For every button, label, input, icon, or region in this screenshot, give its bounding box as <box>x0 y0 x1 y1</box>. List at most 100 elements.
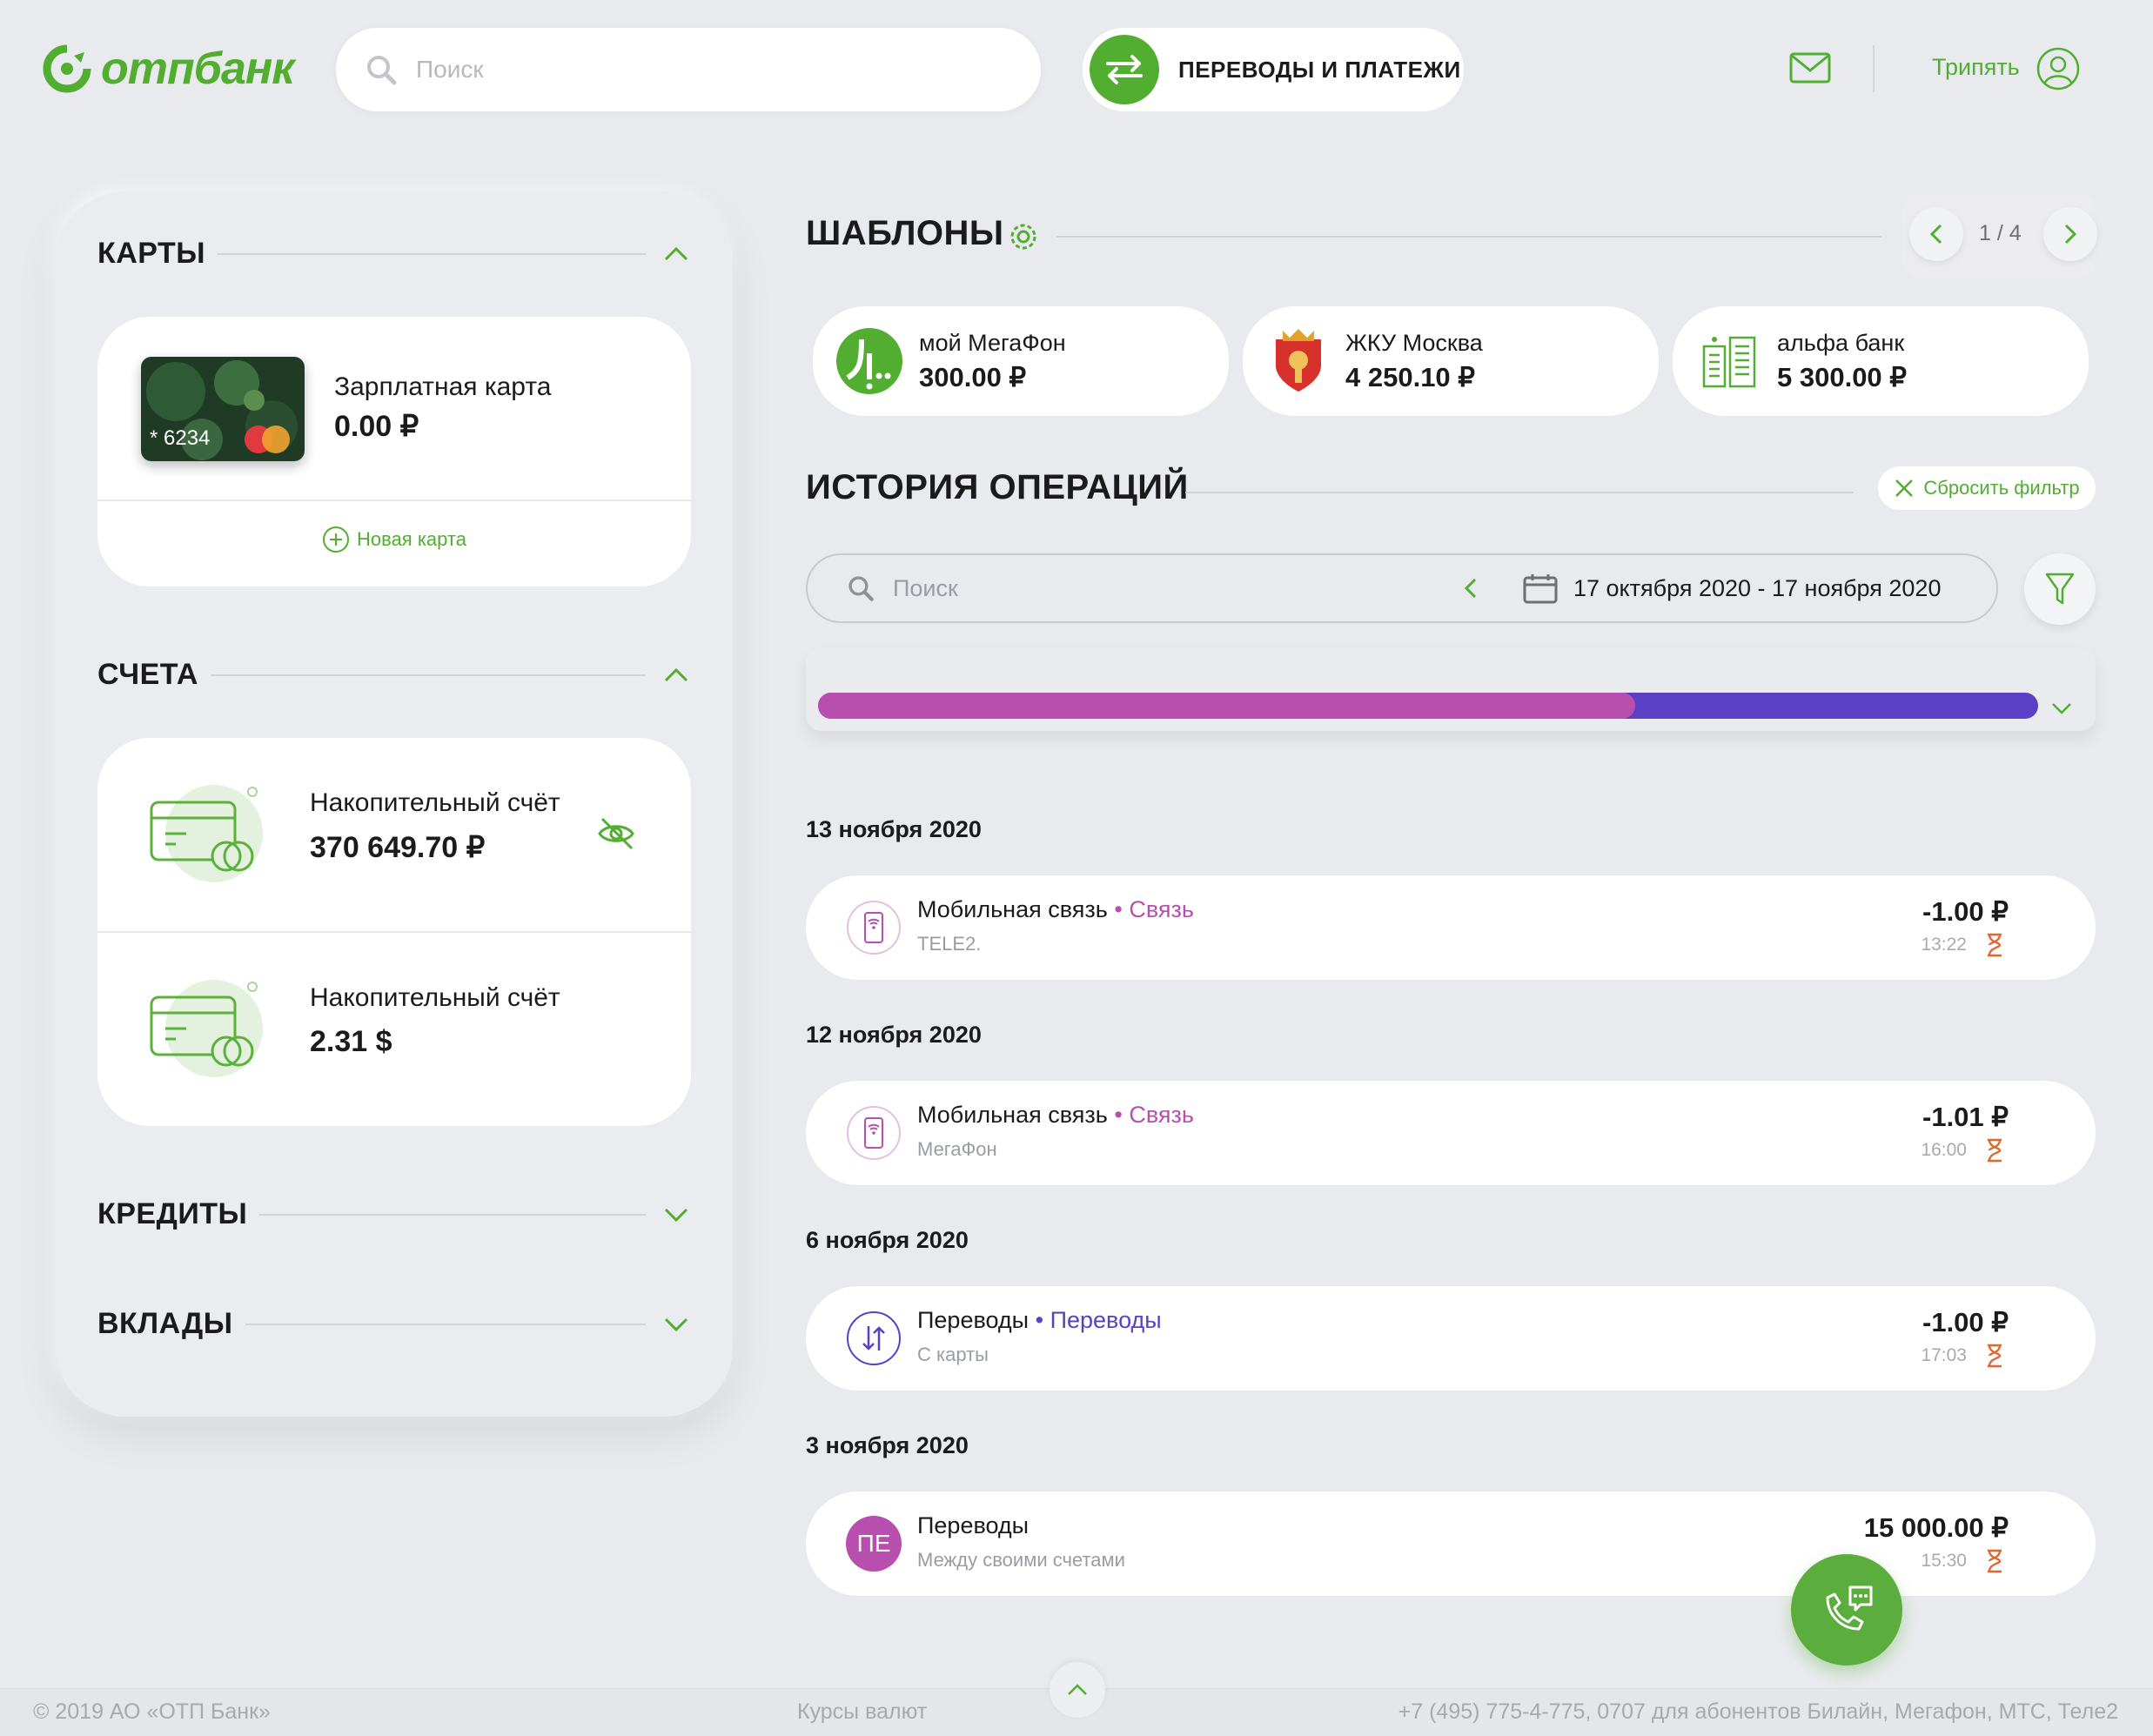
template-amount: 4 250.10 ₽ <box>1345 361 1476 392</box>
divider <box>1056 236 1881 238</box>
spending-summary[interactable] <box>806 647 2096 731</box>
history-date-header: 13 ноября 2020 <box>806 816 982 842</box>
salary-card[interactable]: * 6234 Зарплатная карта 0.00 ₽ <box>97 317 691 499</box>
cards-section-header[interactable]: КАРТЫ <box>97 237 689 271</box>
initials-avatar: ПЕ <box>846 1516 902 1572</box>
otp-logo-icon <box>43 44 91 93</box>
calendar-icon[interactable] <box>1523 573 1558 604</box>
deposits-section-header[interactable]: ВКЛАДЫ <box>97 1307 689 1341</box>
template-name: альфа банк <box>1777 329 1905 356</box>
credits-section-header[interactable]: КРЕДИТЫ <box>97 1197 689 1231</box>
plus-circle-icon <box>323 526 349 553</box>
history-filter-bar: Поиск 17 октября 2020 - 17 ноября 2020 <box>806 553 1998 623</box>
account-item[interactable]: Накопительный счёт 2.31 $ <box>97 933 691 1126</box>
template-item[interactable]: альфа банк 5 300.00 ₽ <box>1673 306 2089 416</box>
account-balance: 2.31 $ <box>310 1025 392 1058</box>
date-range[interactable]: 17 октября 2020 - 17 ноября 2020 <box>1573 575 1941 602</box>
operation-subtitle: Между своими счетами <box>917 1549 1125 1571</box>
gear-icon[interactable] <box>1004 218 1043 256</box>
operation-amount: 15 000.00 ₽ <box>1863 1512 2009 1543</box>
operation-item[interactable]: Переводы • Переводы С карты -1.00 ₽ 17:0… <box>806 1286 2096 1391</box>
savings-account-icon <box>150 785 263 882</box>
global-search[interactable]: Поиск <box>336 28 1041 111</box>
account-name: Накопительный счёт <box>310 983 560 1012</box>
call-chat-button[interactable] <box>1791 1554 1902 1666</box>
operation-subtitle: МегаФон <box>917 1138 997 1160</box>
operation-title: Переводы <box>917 1512 1030 1538</box>
operation-time: 15:30 <box>1921 1551 1967 1571</box>
account-name: Накопительный счёт <box>310 788 560 817</box>
chevron-up-icon[interactable] <box>663 245 689 263</box>
operation-subtitle: С карты <box>917 1344 989 1365</box>
operation-item[interactable]: Мобильная связь • Связь TELE2. -1.00 ₽ 1… <box>806 875 2096 980</box>
templates-title: ШАБЛОНЫ <box>806 214 1004 252</box>
template-item[interactable]: мой МегаФон 300.00 ₽ <box>813 306 1229 416</box>
moscow-coat-of-arms-icon <box>1276 329 1321 392</box>
operation-item[interactable]: Мобильная связь • Связь МегаФон -1.01 ₽ … <box>806 1081 2096 1185</box>
operation-time: 17:03 <box>1921 1345 1967 1365</box>
phone-chat-icon <box>1826 1585 1873 1631</box>
currency-rates-link[interactable]: Курсы валют <box>797 1699 927 1725</box>
page-indicator: 1 / 4 <box>1979 221 2022 245</box>
scroll-top-button[interactable] <box>1050 1662 1105 1718</box>
chevron-down-icon[interactable] <box>663 1316 689 1333</box>
spending-bar-primary <box>818 693 1636 719</box>
new-card-button[interactable]: Новая карта <box>322 526 466 553</box>
operation-amount: -1.01 ₽ <box>1922 1102 2009 1132</box>
next-page-button[interactable] <box>2043 207 2097 261</box>
user-avatar-icon[interactable] <box>2036 47 2080 90</box>
otp-logo[interactable]: отпбанк <box>42 38 303 99</box>
history-title: ИСТОРИЯ ОПЕРАЦИЙ <box>806 468 1189 506</box>
operation-time: 16:00 <box>1921 1140 1967 1160</box>
search-icon <box>848 576 874 601</box>
divider <box>218 252 646 255</box>
template-amount: 300.00 ₽ <box>919 361 1027 392</box>
mobile-phone-icon <box>847 901 901 955</box>
transfer-arrows-icon <box>1090 35 1159 104</box>
operation-title: Мобильная связь • Связь <box>917 896 1194 922</box>
card-number: * 6234 <box>150 426 211 450</box>
chevron-left-icon <box>1929 224 1942 245</box>
prev-page-button[interactable] <box>1909 207 1963 261</box>
chevron-up-icon[interactable] <box>663 667 689 684</box>
operation-title: Переводы • Переводы <box>917 1307 1162 1333</box>
products-panel: КАРТЫ * 6234 Зарплатная карта 0.00 ₽ Нов… <box>56 191 733 1417</box>
divider <box>259 1213 646 1216</box>
accounts-section-header[interactable]: СЧЕТА <box>97 658 689 692</box>
mail-icon[interactable] <box>1789 52 1831 84</box>
transfers-label: ПЕРЕВОДЫ И ПЛАТЕЖИ <box>1178 56 1461 83</box>
history-date-header: 3 ноября 2020 <box>806 1432 969 1458</box>
credits-title: КРЕДИТЫ <box>97 1197 248 1230</box>
operation-title: Мобильная связь • Связь <box>917 1102 1194 1128</box>
hourglass-icon <box>1988 933 2002 957</box>
footer-copyright: © 2019 АО «ОТП Банк» <box>33 1699 271 1724</box>
operation-amount: -1.00 ₽ <box>1922 1307 2009 1337</box>
history-search-input[interactable]: Поиск <box>893 575 1415 602</box>
filter-button[interactable] <box>2024 553 2096 625</box>
operation-item[interactable]: ПЕ Переводы Между своими счетами 15 000.… <box>806 1491 2096 1596</box>
new-card-label: Новая карта <box>357 528 466 550</box>
transfers-button[interactable]: ПЕРЕВОДЫ И ПЛАТЕЖИ <box>1083 28 1464 111</box>
divider <box>97 499 691 501</box>
templates-pager: 1 / 4 <box>1902 193 2097 278</box>
chevron-up-icon <box>1068 1684 1087 1695</box>
mobile-phone-icon <box>847 1106 901 1160</box>
reset-filter-button[interactable]: Сбросить фильтр <box>1878 466 2096 510</box>
card-image: * 6234 <box>141 357 305 461</box>
user-name[interactable]: Трипять <box>1932 54 2020 81</box>
cards-box: * 6234 Зарплатная карта 0.00 ₽ Новая кар… <box>97 317 691 586</box>
template-item[interactable]: ЖКУ Москва 4 250.10 ₽ <box>1243 306 1659 416</box>
operation-time: 13:22 <box>1921 935 1967 955</box>
footer-phone: +7 (495) 775-4-775, 0707 для абонентов Б… <box>1398 1699 2118 1724</box>
operation-subtitle: TELE2. <box>917 933 982 955</box>
transfer-icon <box>847 1311 901 1365</box>
hourglass-icon <box>1988 1344 2002 1368</box>
account-item[interactable]: Накопительный счёт 370 649.70 ₽ <box>97 738 691 931</box>
chevron-down-icon[interactable] <box>663 1206 689 1223</box>
chevron-left-icon[interactable] <box>1464 577 1478 600</box>
chevron-down-icon[interactable] <box>2050 701 2073 715</box>
hide-balance-icon[interactable] <box>597 816 635 851</box>
search-icon <box>367 56 397 85</box>
account-balance: 370 649.70 ₽ <box>310 831 486 864</box>
history-date-header: 12 ноября 2020 <box>806 1022 982 1048</box>
